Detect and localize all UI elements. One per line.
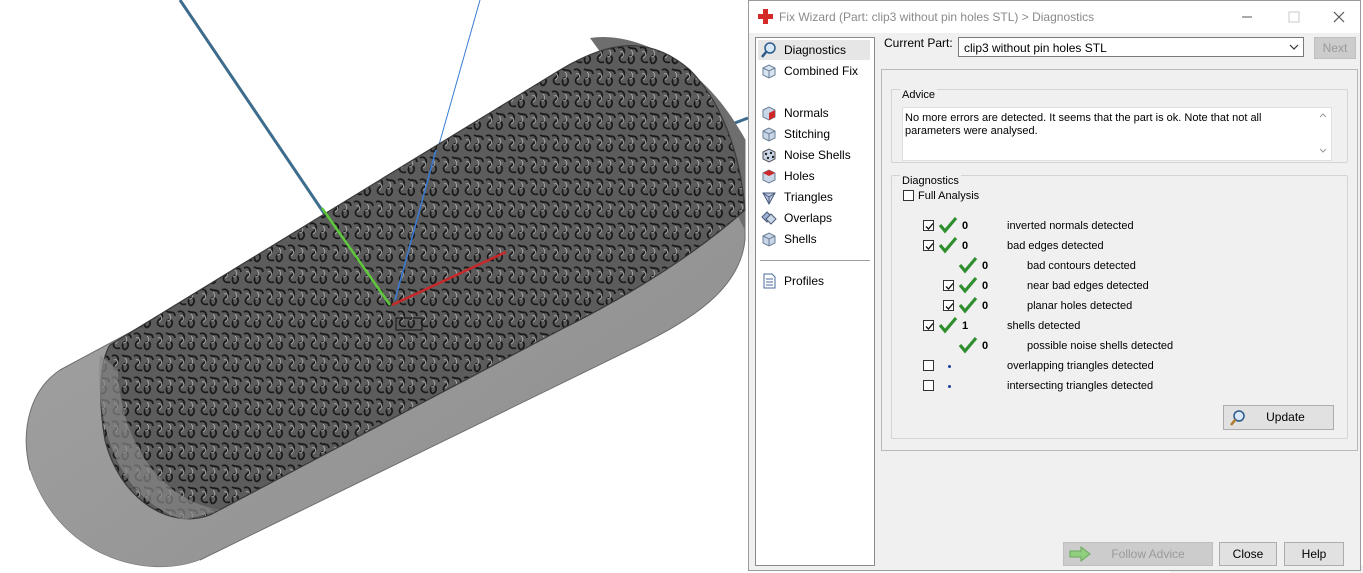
nav-item-shells[interactable]: Shells <box>758 229 870 249</box>
row-checkbox-near-bad-edges[interactable] <box>943 280 954 291</box>
count-value: 0 <box>982 300 989 312</box>
magnifier-icon <box>1230 410 1245 426</box>
advice-group: Advice No more errors are detected. It s… <box>891 89 1348 163</box>
current-part-select[interactable]: clip3 without pin holes STL <box>958 37 1304 57</box>
normals-cube-icon <box>762 106 776 121</box>
next-button[interactable]: Next <box>1314 37 1356 59</box>
row-label: near bad edges detected <box>1027 280 1149 292</box>
nav-item-label: Holes <box>784 169 815 183</box>
row-label: bad contours detected <box>1027 260 1136 272</box>
close-button[interactable]: Close <box>1219 542 1277 566</box>
maximize-icon[interactable] <box>1284 7 1304 27</box>
green-check-icon <box>958 256 978 274</box>
nav-item-label: Normals <box>784 106 829 120</box>
advice-text: No more errors are detected. It seems th… <box>905 112 1262 137</box>
fix-wizard-dialog: Fix Wizard (Part: clip3 without pin hole… <box>748 0 1361 571</box>
diagnostics-title: Diagnostics <box>900 175 961 187</box>
nav-item-label: Shells <box>784 232 817 246</box>
nav-item-label: Triangles <box>784 190 833 204</box>
current-part-value: clip3 without pin holes STL <box>964 41 1107 55</box>
count-value: 0 <box>982 340 989 352</box>
count-value: 0 <box>982 280 989 292</box>
green-check-icon <box>958 336 978 354</box>
green-arrow-icon <box>1069 546 1091 562</box>
row-checkbox-inverted-normals[interactable] <box>923 220 934 231</box>
document-icon <box>763 273 776 289</box>
advice-scrollbar[interactable] <box>1317 110 1329 156</box>
row-checkbox-bad-edges[interactable] <box>923 240 934 251</box>
status-dot <box>948 385 951 388</box>
overlaps-icon <box>761 211 777 225</box>
nav-item-stitching[interactable]: Stitching <box>758 124 870 144</box>
help-button[interactable]: Help <box>1284 542 1344 566</box>
row-checkbox-shells[interactable] <box>923 320 934 331</box>
red-cross-icon <box>758 9 773 24</box>
triangles-icon <box>762 192 776 206</box>
minimize-icon[interactable] <box>1237 7 1257 27</box>
count-value: 0 <box>962 220 969 232</box>
update-button[interactable]: Update <box>1223 405 1334 430</box>
green-check-icon <box>958 276 978 294</box>
row-checkbox-intersecting-triangles[interactable] <box>923 380 934 391</box>
diagnostics-panel: Advice No more errors are detected. It s… <box>881 69 1358 451</box>
current-part-label: Current Part: <box>884 36 953 50</box>
nav-item-noise-shells[interactable]: Noise Shells <box>758 145 870 165</box>
green-check-icon <box>938 316 958 334</box>
cube-icon <box>762 64 776 79</box>
count-value: 1 <box>962 320 969 332</box>
advice-box: No more errors are detected. It seems th… <box>902 107 1332 161</box>
row-label: possible noise shells detected <box>1027 340 1174 352</box>
wizard-nav: Diagnostics Combined Fix Normals Stitchi… <box>755 37 875 566</box>
nav-item-normals[interactable]: Normals <box>758 103 870 123</box>
row-label: intersecting triangles detected <box>1007 380 1154 392</box>
nav-item-label: Profiles <box>784 274 825 288</box>
shells-cube-icon <box>762 232 776 247</box>
holes-cube-icon <box>762 169 776 184</box>
update-label: Update <box>1266 410 1305 424</box>
follow-advice-label: Follow Advice <box>1111 547 1185 561</box>
row-label: overlapping triangles detected <box>1007 360 1154 372</box>
nav-item-triangles[interactable]: Triangles <box>758 187 870 207</box>
window-title: Fix Wizard (Part: clip3 without pin hole… <box>779 10 1095 24</box>
nav-item-label: Combined Fix <box>784 64 859 78</box>
nav-divider <box>760 260 870 261</box>
nav-item-combined-fix[interactable]: Combined Fix <box>758 61 870 81</box>
green-check-icon <box>938 236 958 254</box>
magnifier-icon <box>761 42 776 58</box>
row-label: inverted normals detected <box>1007 220 1134 232</box>
nav-item-diagnostics[interactable]: Diagnostics <box>758 40 870 60</box>
count-value: 0 <box>962 240 969 252</box>
noise-shells-icon <box>762 148 776 163</box>
row-label: planar holes detected <box>1027 300 1133 312</box>
nav-item-label: Stitching <box>784 127 831 141</box>
count-value: 0 <box>982 260 989 272</box>
nav-item-profiles[interactable]: Profiles <box>758 271 870 291</box>
diagnostics-group: Diagnostics Full Analysis 0 inverted nor… <box>891 175 1348 439</box>
chevron-down-icon <box>1289 44 1299 50</box>
green-check-icon <box>958 296 978 314</box>
row-label: bad edges detected <box>1007 240 1104 252</box>
nav-item-label: Noise Shells <box>784 148 851 162</box>
nav-item-overlaps[interactable]: Overlaps <box>758 208 870 228</box>
title-bar: Fix Wizard (Part: clip3 without pin hole… <box>749 1 1360 33</box>
full-analysis-checkbox[interactable] <box>903 190 914 201</box>
nav-item-label: Overlaps <box>784 211 833 225</box>
nav-item-label: Diagnostics <box>784 43 847 57</box>
stitching-cube-icon <box>762 127 776 142</box>
close-icon[interactable] <box>1329 7 1349 27</box>
green-check-icon <box>938 216 958 234</box>
full-analysis-label: Full Analysis <box>918 190 980 202</box>
follow-advice-button[interactable]: Follow Advice <box>1063 542 1213 566</box>
row-checkbox-overlapping-triangles[interactable] <box>923 360 934 371</box>
row-label: shells detected <box>1007 320 1081 332</box>
status-dot <box>948 365 951 368</box>
row-checkbox-planar-holes[interactable] <box>943 300 954 311</box>
nav-item-holes[interactable]: Holes <box>758 166 870 186</box>
advice-title: Advice <box>900 89 938 101</box>
